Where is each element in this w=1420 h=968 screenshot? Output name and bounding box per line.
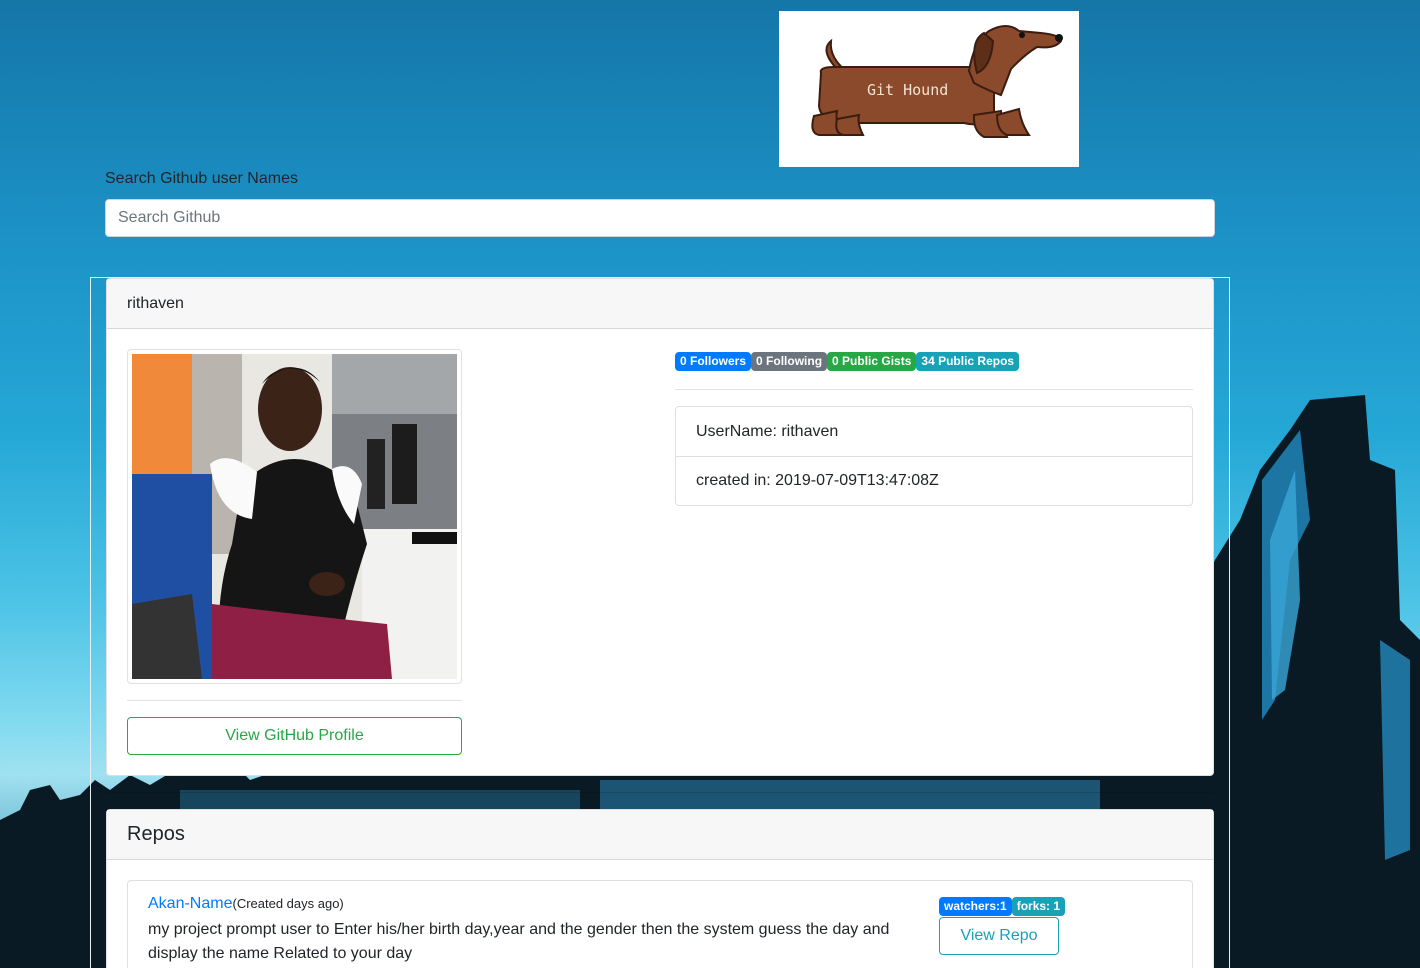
user-details-list: UserName: rithaven created in: 2019-07-0… — [675, 406, 1193, 506]
divider — [127, 700, 462, 701]
repo-title: Akan-Name(Created days ago) — [148, 895, 344, 913]
forks-badge: forks: 1 — [1011, 897, 1066, 916]
username-item: UserName: rithaven — [696, 422, 839, 440]
user-stats-badges: 0 Followers 0 Following 0 Public Gists 3… — [675, 352, 1020, 371]
repo-name-link[interactable]: Akan-Name — [148, 895, 232, 912]
git-hound-logo: Git Hound — [779, 11, 1079, 167]
user-card-header: rithaven — [107, 279, 1213, 329]
watchers-badge: watchers:1 — [939, 897, 1012, 916]
search-label: Search Github user Names — [105, 170, 298, 187]
created-date-item: created in: 2019-07-09T13:47:08Z — [676, 456, 1192, 505]
public-gists-badge: 0 Public Gists — [827, 352, 917, 371]
following-badge: 0 Following — [751, 352, 828, 371]
avatar-image — [132, 354, 457, 679]
logo-text: Git Hound — [867, 81, 948, 99]
repos-title: Repos — [127, 823, 185, 845]
view-github-profile-button[interactable]: View GitHub Profile — [127, 717, 462, 755]
search-input[interactable] — [105, 199, 1215, 237]
list-item: Akan-Name(Created days ago) my project p… — [127, 880, 1193, 968]
user-login: rithaven — [127, 294, 184, 312]
repos-header: Repos — [107, 810, 1213, 860]
repo-created-text: (Created days ago) — [232, 896, 344, 911]
avatar — [127, 349, 462, 684]
user-card: rithaven View GitHub Profile 0 Followers — [106, 278, 1214, 776]
repo-description: my project prompt user to Enter his/her … — [148, 921, 890, 962]
dachshund-logo-icon: Git Hound — [811, 25, 1063, 138]
followers-badge: 0 Followers — [675, 352, 752, 371]
divider — [675, 389, 1193, 390]
view-repo-button[interactable]: View Repo — [939, 917, 1059, 955]
divider — [106, 792, 1214, 793]
repos-card: Repos Akan-Name(Created days ago) my pro… — [106, 809, 1214, 968]
public-repos-badge: 34 Public Repos — [916, 352, 1020, 371]
repo-stats-badges: watchers:1 forks: 1 — [939, 897, 1066, 916]
